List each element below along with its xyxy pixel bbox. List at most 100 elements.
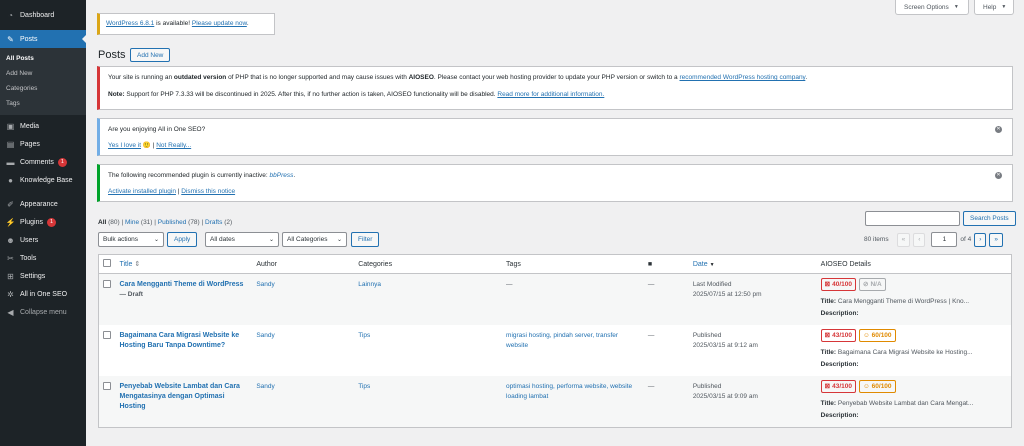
seo-score-badge[interactable]: ⊠ 40/100 <box>820 278 857 291</box>
menu-label: Pages <box>20 140 40 148</box>
col-title[interactable]: Title ⇕ <box>115 254 253 274</box>
filter-button[interactable]: Filter <box>351 232 380 247</box>
author-link[interactable]: Sandy <box>256 383 274 390</box>
filter-published[interactable]: Published <box>158 219 187 226</box>
col-date-label[interactable]: Date <box>693 261 708 268</box>
apply-button[interactable]: Apply <box>167 232 198 247</box>
category-link[interactable]: Tips <box>358 383 370 390</box>
submenu-add-new[interactable]: Add New <box>0 66 86 81</box>
aioseo-cell: ⊠ 43/100 ☺ 60/100 Title: Bagaimana Cara Mig… <box>817 325 1012 376</box>
menu-appearance[interactable]: ✐ Appearance <box>0 195 86 213</box>
php-outdated-notice: Your site is running an outdated version… <box>97 66 1013 110</box>
search-posts-button[interactable]: Search Posts <box>963 211 1016 226</box>
screen-options-button[interactable]: Screen Options ▼ <box>895 0 969 15</box>
author-cell: Sandy <box>252 273 355 325</box>
update-period: . <box>246 20 249 27</box>
menu-posts[interactable]: ✎ Posts <box>0 30 86 48</box>
prev-page-button[interactable]: ‹ <box>913 232 926 247</box>
menu-comments[interactable]: ▬ Comments 1 <box>0 153 86 171</box>
update-text: is available! <box>154 20 192 27</box>
media-icon: ▣ <box>6 121 15 131</box>
tags-links[interactable]: migrasi hosting, pindah server, transfer… <box>506 332 618 349</box>
readability-score-badge[interactable]: ⊘ N/A <box>859 278 886 291</box>
post-date: 2025/07/15 at 12:50 pm <box>692 291 762 298</box>
dismiss-icon[interactable]: ✕ <box>995 172 1002 179</box>
author-link[interactable]: Sandy <box>256 281 274 288</box>
readability-score-icon: ☺ <box>863 382 870 390</box>
menu-tools[interactable]: ✂ Tools <box>0 249 86 267</box>
dates-select[interactable]: All dates ⌄ <box>205 232 279 247</box>
lightbulb-icon: ● <box>8 175 13 185</box>
row-checkbox[interactable] <box>103 382 111 390</box>
post-title-link[interactable]: Bagaimana Cara Migrasi Website ke Hostin… <box>119 332 239 349</box>
next-page-button[interactable]: › <box>974 232 987 247</box>
menu-settings[interactable]: ⊞ Settings <box>0 267 86 285</box>
category-link[interactable]: Tips <box>358 332 370 339</box>
post-title-link[interactable]: Penyebab Website Lambat dan Cara Mengata… <box>119 383 239 410</box>
col-title-label[interactable]: Title <box>119 261 132 268</box>
categories-select[interactable]: All Categories ⌄ <box>282 232 347 247</box>
please-update-link[interactable]: Please update now <box>192 20 247 27</box>
submenu-all-posts[interactable]: All Posts <box>0 51 86 66</box>
read-more-link[interactable]: Read more for additional information. <box>497 91 604 98</box>
menu-plugins[interactable]: ⚡ Plugins 1 <box>0 213 86 231</box>
enjoy-question: Are you enjoying All in One SEO? <box>108 126 206 133</box>
menu-dashboard[interactable]: ◔ Dashboard <box>0 6 86 24</box>
comment-icon: ▬ <box>6 157 15 167</box>
menu-media[interactable]: ▣ Media <box>0 117 86 135</box>
love-it-link[interactable]: Yes I love it <box>108 142 141 149</box>
seo-title-line: Title: Bagaimana Cara Migrasi Website ke… <box>821 348 1007 358</box>
col-date[interactable]: Date ▼ <box>688 254 817 274</box>
post-title-link[interactable]: Cara Mengganti Theme di WordPress <box>119 281 243 288</box>
first-page-button[interactable]: « <box>896 232 911 247</box>
seo-score-badge[interactable]: ⊠ 43/100 <box>820 329 857 342</box>
submenu-tags[interactable]: Tags <box>0 96 86 111</box>
menu-label: Posts <box>20 35 38 43</box>
search-input[interactable] <box>865 211 960 226</box>
filter-mine[interactable]: Mine <box>125 219 139 226</box>
select-all-checkbox[interactable] <box>103 259 111 267</box>
readability-score-badge[interactable]: ☺ 60/100 <box>859 329 896 342</box>
menu-label: All in One SEO <box>20 290 68 298</box>
collapse-menu[interactable]: ◀ Collapse menu <box>0 303 86 321</box>
col-comments[interactable]: ■ <box>643 254 689 274</box>
category-link[interactable]: Lainnya <box>358 281 381 288</box>
filter-all[interactable]: All <box>98 219 106 226</box>
seo-title-line: Title: Penyebab Website Lambat dan Cara … <box>821 399 1007 409</box>
readability-score-badge[interactable]: ☺ 60/100 <box>859 380 896 393</box>
admin-sidebar: ◔ Dashboard ✎ Posts All Posts Add New Cate… <box>0 0 86 446</box>
row-checkbox[interactable] <box>103 331 111 339</box>
filter-drafts[interactable]: Drafts <box>205 219 222 226</box>
recommended-hosting-link[interactable]: recommended WordPress hosting company <box>679 74 805 81</box>
last-page-button[interactable]: » <box>989 232 1004 247</box>
help-button[interactable]: Help ▼ <box>974 0 1014 15</box>
seo-title-value: Bagaimana Cara Migrasi Website ke Hostin… <box>837 349 973 356</box>
aioseo-cell: ⊠ 40/100 ⊘ N/A Title: Cara Mengganti Theme … <box>816 273 1012 325</box>
dismiss-notice-link[interactable]: Dismiss this notice <box>181 188 235 195</box>
aioseo-cell: ⊠ 43/100 ☺ 60/100 Title: Penyebab Website L… <box>816 376 1012 428</box>
tags-cell: optimasi hosting, performa website, webs… <box>502 376 644 428</box>
current-page-input[interactable]: 1 <box>931 232 958 247</box>
tags-links[interactable]: optimasi hosting, performa website, webs… <box>506 383 632 400</box>
seo-title-label: Title: <box>820 400 837 407</box>
readability-score: N/A <box>870 280 882 288</box>
activate-plugin-link[interactable]: Activate installed plugin <box>108 188 176 195</box>
author-link[interactable]: Sandy <box>256 332 274 339</box>
submenu-categories[interactable]: Categories <box>0 81 86 96</box>
menu-aioseo[interactable]: ✲ All in One SEO <box>0 285 86 303</box>
filter-count: (2) <box>224 219 233 226</box>
bulk-actions-select[interactable]: Bulk actions ⌄ <box>98 232 164 247</box>
seo-score-badge[interactable]: ⊠ 43/100 <box>820 380 857 393</box>
add-new-button[interactable]: Add New <box>130 48 171 62</box>
menu-pages[interactable]: ▤ Pages <box>0 135 86 153</box>
update-notice: WordPress 6.8.1 is available! Please upd… <box>97 13 275 35</box>
select-value: All dates <box>210 236 235 243</box>
wordpress-version-link[interactable]: WordPress 6.8.1 <box>106 20 154 27</box>
row-checkbox[interactable] <box>103 280 111 288</box>
menu-knowledge-base[interactable]: ● Knowledge Base <box>0 171 86 189</box>
not-really-link[interactable]: Not Really... <box>156 142 191 149</box>
menu-users[interactable]: ☻ Users <box>0 231 86 249</box>
bbpress-link[interactable]: bbPress <box>270 172 294 179</box>
collapse-icon: ◀ <box>7 307 14 317</box>
dismiss-icon[interactable]: ✕ <box>995 126 1002 133</box>
